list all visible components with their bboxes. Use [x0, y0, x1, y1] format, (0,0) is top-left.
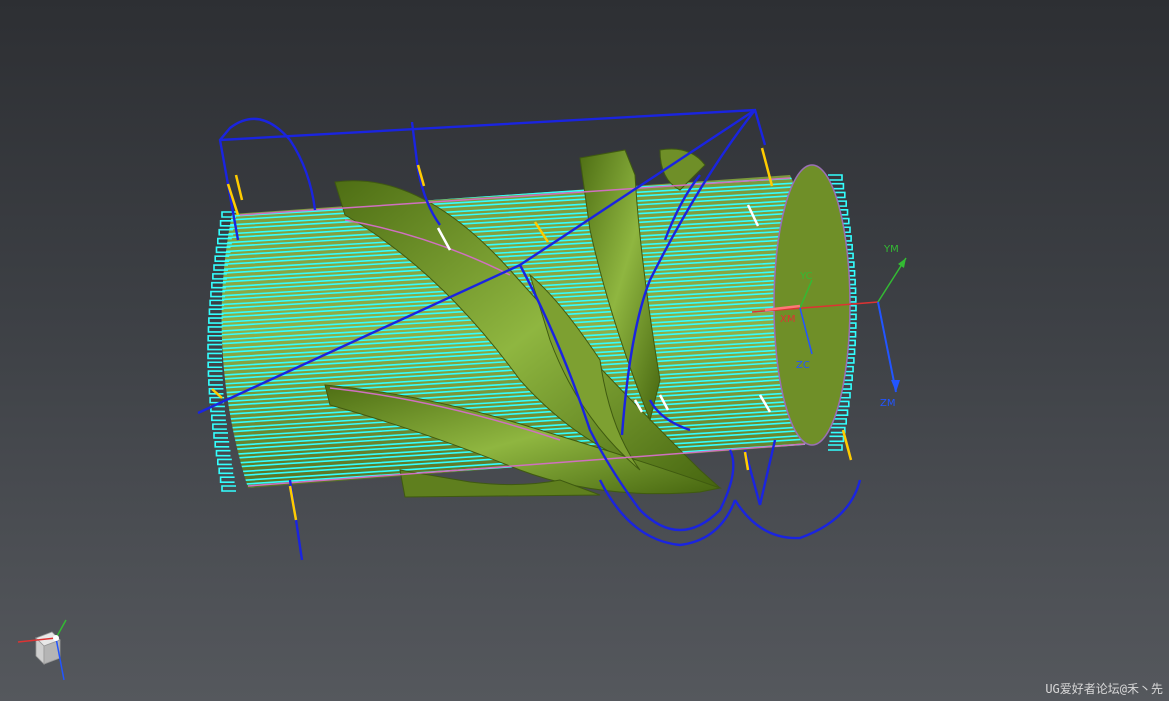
yc-label: YC	[799, 271, 813, 282]
watermark: UG爱好者论坛@禾丶先	[1045, 682, 1163, 696]
zc-label: ZC	[796, 360, 810, 371]
view-triad-icon[interactable]	[8, 610, 78, 690]
model-scene[interactable]: YM ZM XM YC ZC	[0, 0, 1169, 701]
xm-label: XM	[780, 314, 795, 325]
ym-label: YM	[883, 244, 899, 255]
graphics-viewport[interactable]: YM ZM XM YC ZC UG爱好者论坛@禾丶先	[0, 0, 1169, 701]
zm-label: ZM	[880, 398, 895, 409]
